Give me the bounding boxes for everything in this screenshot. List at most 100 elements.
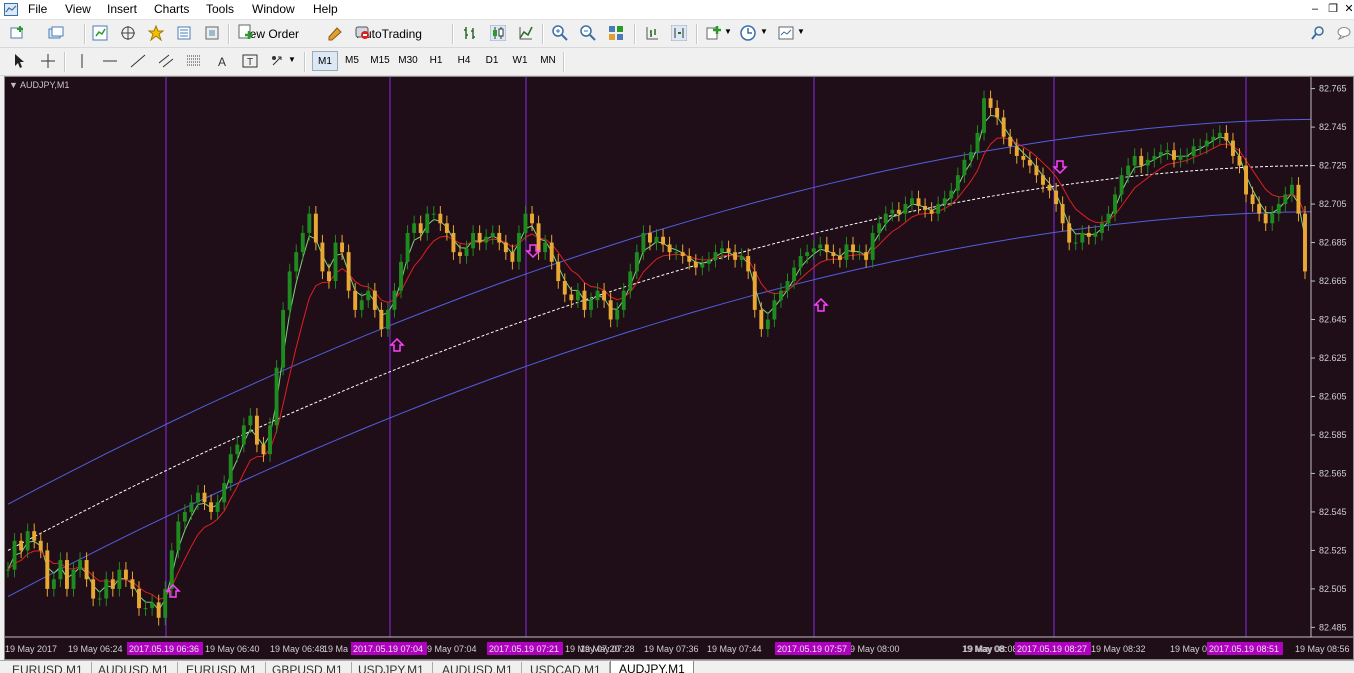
candle-body [726, 248, 731, 253]
new-order-button[interactable]: New Order [238, 24, 299, 44]
profiles-icon[interactable] [48, 25, 64, 41]
candle-body [104, 579, 109, 599]
chat-icon[interactable] [1336, 25, 1352, 41]
candle-body [78, 560, 83, 570]
timeframe-m1[interactable]: M1 [312, 51, 338, 71]
bar-chart-icon[interactable] [462, 25, 478, 41]
chart-tab[interactable]: AUDUSD,M1 [90, 662, 178, 673]
terminal-icon[interactable] [176, 25, 192, 41]
chart-tab[interactable]: AUDUSD,M1 [434, 662, 522, 673]
menu-file[interactable]: File [28, 2, 47, 16]
menu-view[interactable]: View [65, 2, 91, 16]
candle-body [97, 598, 102, 600]
trendline-icon[interactable] [130, 53, 146, 69]
timeframe-h4[interactable]: H4 [451, 51, 477, 71]
candle-body [975, 132, 980, 153]
new-chart-icon[interactable] [10, 25, 26, 41]
chart-tab-active[interactable]: AUDJPY,M1 [610, 661, 694, 673]
time-highlight-label: 2017.05.19 08:51 [1209, 644, 1279, 654]
timeframe-w1[interactable]: W1 [507, 51, 533, 71]
menu-insert[interactable]: Insert [107, 2, 137, 16]
candle-body [1080, 232, 1085, 243]
arrows-dropdown-icon[interactable]: ▼ [288, 55, 296, 64]
minimize-icon[interactable]: – [1306, 1, 1324, 17]
price-label: 82.705 [1319, 199, 1347, 209]
candle-body [484, 236, 489, 243]
search-icon[interactable] [1310, 25, 1326, 41]
timeframe-h1[interactable]: H1 [423, 51, 449, 71]
market-watch-icon[interactable] [92, 25, 108, 41]
tile-windows-icon[interactable] [608, 25, 624, 41]
candle-body [949, 190, 954, 199]
menu-window[interactable]: Window [252, 2, 295, 16]
tester-icon[interactable] [204, 25, 220, 41]
chart-tab[interactable]: GBPUSD,M1 [264, 662, 352, 673]
candle-body [857, 252, 862, 254]
price-label: 82.545 [1319, 507, 1347, 517]
autotrading-button[interactable]: AutoTrading [354, 24, 422, 44]
menu-help[interactable]: Help [313, 2, 338, 16]
candle-body [300, 232, 305, 253]
candle-body [333, 242, 338, 282]
equidistant-channel-icon[interactable] [158, 53, 174, 69]
price-chart[interactable]: 82.765 82.745 82.725 82.705 82.685 82.665 82.6… [5, 77, 1353, 659]
indicators-dropdown-icon[interactable]: ▼ [724, 27, 732, 36]
metaeditor-icon[interactable] [327, 25, 343, 41]
candle-body [1178, 155, 1183, 160]
close-icon[interactable]: ✕ [1340, 1, 1354, 17]
timeframe-m30[interactable]: M30 [395, 51, 421, 71]
line-chart-icon[interactable] [518, 25, 534, 41]
menu-tools[interactable]: Tools [206, 2, 234, 16]
chart-tab[interactable]: EURUSD,M1 [178, 662, 266, 673]
timeframe-m15[interactable]: M15 [367, 51, 393, 71]
timeframe-m5[interactable]: M5 [339, 51, 365, 71]
chart-shift-icon[interactable] [644, 25, 660, 41]
candle-body [936, 204, 941, 214]
templates-icon[interactable] [778, 25, 794, 41]
fibonacci-icon[interactable] [186, 53, 202, 69]
candle-body [1217, 132, 1222, 137]
candle-body [1158, 152, 1163, 156]
candle-body [1152, 155, 1157, 160]
periods-icon[interactable] [740, 25, 756, 41]
chart-window[interactable]: 82.765 82.745 82.725 82.705 82.685 82.665 82.6… [4, 76, 1354, 660]
crosshair-icon[interactable] [40, 53, 56, 69]
chart-tab[interactable]: EURUSD,M1 [4, 662, 92, 673]
candle-body [58, 560, 63, 580]
text-label-icon[interactable]: T [242, 53, 258, 69]
horizontal-line-icon[interactable] [102, 53, 118, 69]
chart-tab[interactable]: USDCAD,M1 [522, 662, 610, 673]
candle-body [575, 290, 580, 301]
candle-body [320, 242, 325, 272]
timeframe-mn[interactable]: MN [535, 51, 561, 71]
auto-scroll-icon[interactable] [671, 25, 687, 41]
candle-body [615, 309, 620, 320]
candle-body [556, 261, 561, 282]
candle-body [1067, 223, 1072, 243]
chart-tab[interactable]: USDJPY,M1 [350, 662, 433, 673]
candle-body [359, 300, 364, 310]
text-icon[interactable]: A [214, 53, 230, 69]
indicators-icon[interactable] [706, 25, 722, 41]
zoom-out-icon[interactable] [580, 25, 596, 41]
zoom-in-icon[interactable] [552, 25, 568, 41]
arrows-icon[interactable] [270, 53, 286, 69]
candle-body [1001, 117, 1006, 137]
time-label: 19 May 06:40 [205, 644, 260, 654]
candle-body [536, 223, 541, 253]
candle-body [851, 244, 855, 253]
templates-dropdown-icon[interactable]: ▼ [797, 27, 805, 36]
candle-body [831, 252, 836, 257]
navigator-icon[interactable] [120, 25, 136, 41]
favorites-icon[interactable] [148, 25, 164, 41]
vertical-line-icon[interactable] [74, 53, 90, 69]
menu-charts[interactable]: Charts [154, 2, 189, 16]
symbol-dropdown-icon[interactable]: ▼ [9, 80, 18, 90]
candlestick-icon[interactable] [490, 25, 506, 41]
periods-dropdown-icon[interactable]: ▼ [760, 27, 768, 36]
candle-body [530, 213, 535, 224]
timeframe-d1[interactable]: D1 [479, 51, 505, 71]
candle-body [1145, 159, 1150, 166]
cursor-icon[interactable] [12, 53, 28, 69]
candle-body [706, 259, 711, 264]
